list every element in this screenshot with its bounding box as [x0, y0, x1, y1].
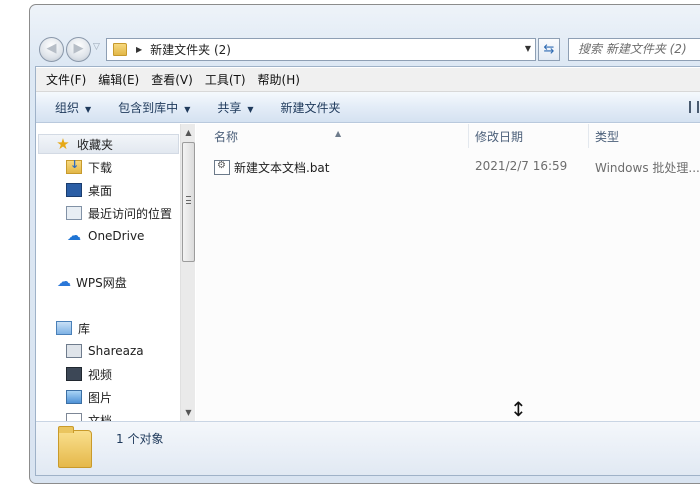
grip-icon — [186, 196, 191, 204]
sidebar-item-documents[interactable]: 文档 — [66, 410, 112, 421]
sort-ascending-icon: ▲ — [335, 129, 342, 138]
folder-icon — [58, 426, 92, 468]
sidebar-item-label: 下载 — [88, 160, 113, 175]
command-bar: 组织 ▼ 包含到库中 ▼ 共享 ▼ 新建文件夹 — [36, 92, 700, 123]
chevron-down-icon: ▼ — [85, 104, 92, 114]
menu-edit[interactable]: 编辑(E) — [98, 71, 139, 88]
search-input[interactable]: 搜索 新建文件夹 (2) — [568, 38, 700, 61]
scroll-up-icon[interactable]: ▲ — [181, 125, 196, 140]
menu-bar: 文件(F) 编辑(E) 查看(V) 工具(T) 帮助(H) — [36, 68, 700, 92]
recent-pages-dropdown[interactable]: ▽ — [93, 42, 100, 52]
star-icon: ★ — [56, 135, 70, 153]
file-modified-date: 2021/2/7 16:59 — [475, 159, 568, 173]
column-header-name[interactable]: ▲ 名称 — [196, 128, 468, 152]
back-arrow-icon: ◀ — [46, 41, 57, 56]
sidebar-item-pictures[interactable]: 图片 — [66, 387, 112, 407]
navigation-scrollbar[interactable]: ▲ ▼ — [180, 124, 195, 421]
menu-tools[interactable]: 工具(T) — [205, 71, 246, 88]
sidebar-item-libraries[interactable]: 库 — [56, 318, 90, 338]
item-count: 1 个对象 — [116, 432, 164, 446]
sidebar-item-downloads[interactable]: 下载 — [66, 157, 112, 177]
sidebar-item-label: 桌面 — [88, 183, 113, 198]
new-folder-button[interactable]: 新建文件夹 — [281, 99, 341, 116]
onedrive-cloud-icon: ☁ — [67, 228, 81, 244]
wps-cloud-icon: ☁ — [57, 274, 71, 290]
sidebar-item-label: 收藏夹 — [77, 137, 114, 152]
navigation-pane: ★ 收藏夹 下载 桌面 最近访问的位置 ☁ OneDrive ☁ WPS网盘 库 Sh… — [36, 124, 180, 421]
resize-cursor-icon: ↕ — [510, 397, 527, 421]
back-button[interactable]: ◀ — [39, 37, 64, 62]
sidebar-item-videos[interactable]: 视频 — [66, 364, 112, 384]
sidebar-item-recent[interactable]: 最近访问的位置 — [66, 203, 172, 223]
batch-file-icon — [214, 160, 230, 175]
forward-button[interactable]: ▶ — [66, 37, 91, 62]
sidebar-item-onedrive[interactable]: ☁ OneDrive — [66, 226, 144, 246]
sidebar-item-label: 库 — [78, 321, 91, 336]
pictures-icon — [66, 390, 82, 404]
videos-icon — [66, 367, 82, 381]
sidebar-item-label: WPS网盘 — [76, 275, 127, 290]
desktop-icon — [66, 183, 82, 197]
recent-places-icon — [66, 206, 82, 220]
column-header-date[interactable]: 修改日期 — [469, 128, 589, 152]
forward-arrow-icon: ▶ — [73, 41, 84, 56]
share-label: 共享 — [217, 100, 242, 115]
address-bar[interactable]: ▶ 新建文件夹 (2) ▼ — [106, 38, 536, 61]
sidebar-item-favorites[interactable]: ★ 收藏夹 — [38, 134, 179, 154]
organize-label: 组织 — [55, 100, 80, 115]
share-button[interactable]: 共享 ▼ — [217, 99, 253, 116]
column-header-label: 名称 — [214, 130, 239, 144]
sidebar-item-label: 文档 — [88, 413, 113, 422]
sidebar-item-wps[interactable]: ☁ WPS网盘 — [56, 272, 127, 292]
include-in-library-label: 包含到库中 — [118, 100, 179, 115]
sidebar-item-label: OneDrive — [88, 229, 145, 243]
chevron-down-icon: ▼ — [247, 104, 254, 114]
scroll-thumb[interactable] — [182, 142, 195, 262]
file-type: Windows 批处理... — [595, 161, 700, 175]
shareaza-library-icon — [66, 344, 82, 358]
libraries-icon — [56, 321, 72, 335]
downloads-folder-icon — [66, 158, 82, 174]
sidebar-item-label: 视频 — [88, 367, 113, 382]
menu-view[interactable]: 查看(V) — [151, 71, 193, 88]
file-name[interactable]: 新建文本文档.bat — [234, 159, 330, 176]
sidebar-item-desktop[interactable]: 桌面 — [66, 180, 112, 200]
scroll-down-icon[interactable]: ▼ — [181, 405, 196, 420]
menu-help[interactable]: 帮助(H) — [258, 71, 300, 88]
sidebar-item-label: 最近访问的位置 — [88, 206, 173, 221]
breadcrumb-separator-icon[interactable]: ▶ — [136, 45, 142, 54]
details-pane: 1 个对象 — [36, 421, 700, 475]
include-in-library-button[interactable]: 包含到库中 ▼ — [118, 99, 190, 116]
refresh-icon: ⇆ — [543, 42, 555, 57]
chevron-down-icon: ▼ — [184, 104, 191, 114]
folder-icon — [113, 43, 127, 56]
view-options-icon[interactable] — [689, 101, 699, 113]
sidebar-item-label: Shareaza — [88, 344, 144, 358]
column-header-type[interactable]: 类型 — [589, 128, 700, 152]
file-list: ▲ 名称 修改日期 类型 新建文本文档.bat 2021/2/7 16:59 W… — [196, 124, 700, 421]
file-row[interactable]: 新建文本文档.bat 2021/2/7 16:59 Windows 批处理... — [212, 156, 700, 178]
breadcrumb-current-folder[interactable]: 新建文件夹 (2) — [150, 41, 231, 58]
documents-icon — [66, 413, 82, 421]
sidebar-item-label: 图片 — [88, 390, 113, 405]
refresh-button[interactable]: ⇆ — [538, 38, 560, 61]
address-dropdown-icon[interactable]: ▼ — [525, 44, 531, 53]
organize-button[interactable]: 组织 ▼ — [55, 99, 91, 116]
menu-file[interactable]: 文件(F) — [46, 71, 86, 88]
sidebar-item-shareaza[interactable]: Shareaza — [66, 341, 144, 361]
